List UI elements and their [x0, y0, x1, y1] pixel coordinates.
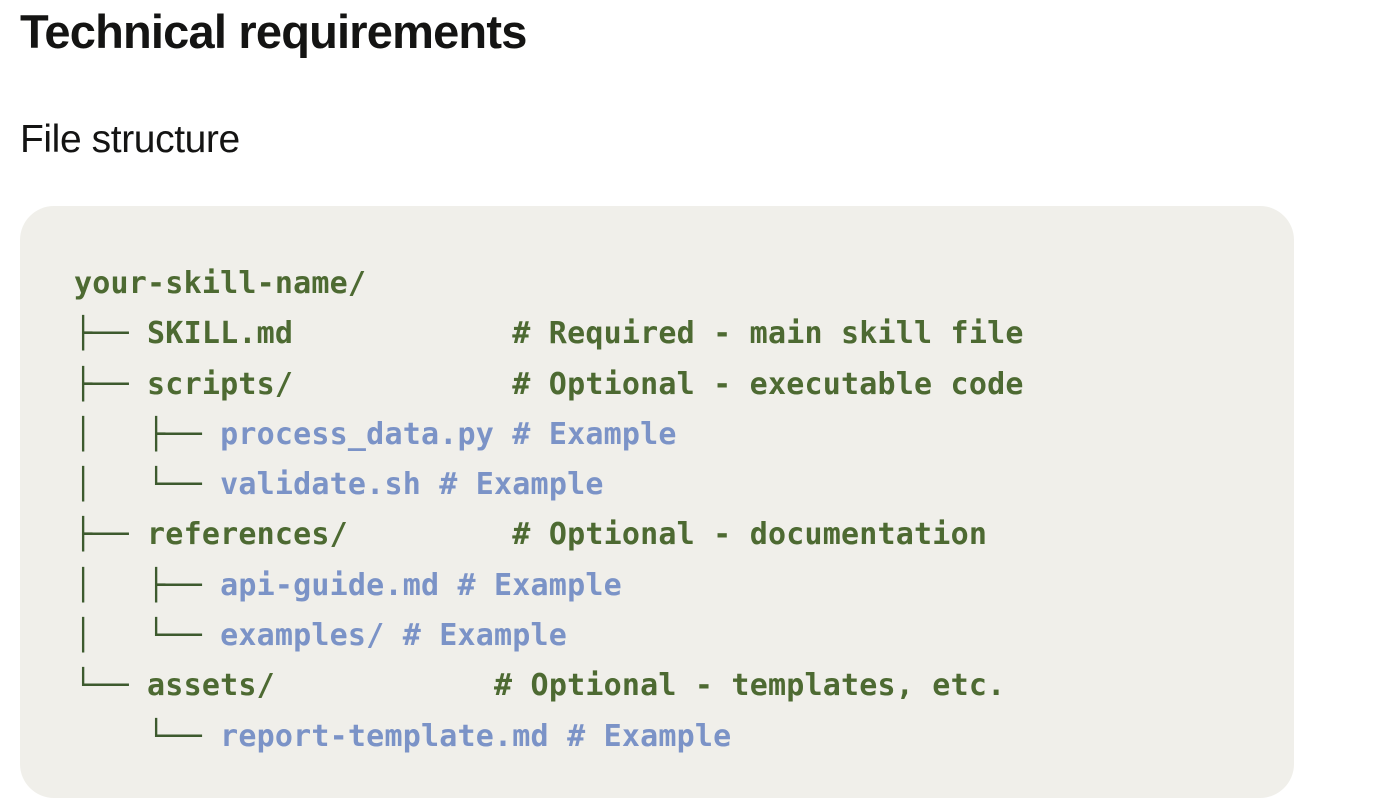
file-tree-name: report-template.md: [220, 718, 549, 754]
section-heading-file-structure: File structure: [20, 118, 240, 161]
spacing: [293, 367, 512, 402]
file-tree-name: api-guide.md: [220, 567, 440, 603]
file-tree-name: SKILL.md: [147, 316, 294, 352]
tree-branch: │ └──: [74, 467, 221, 503]
tree-branch: │ ├──: [74, 416, 221, 452]
file-tree-comment: # Optional - templates, etc.: [494, 668, 1006, 704]
code-line-validate: │ └── validate.sh # Example: [74, 460, 1024, 510]
file-tree-comment: # Example: [402, 618, 568, 654]
spacing: [348, 517, 512, 552]
file-tree-name: your-skill-name/: [74, 266, 367, 301]
code-line-report-template: └── report-template.md # Example: [74, 712, 1024, 762]
code-line-skill-md: ├── SKILL.md # Required - main skill fil…: [74, 309, 1024, 359]
file-tree-name: process_data.py: [220, 416, 495, 452]
tree-branch: ├──: [74, 366, 148, 402]
tree-branch: ├──: [74, 517, 148, 553]
spacing: [275, 668, 494, 703]
tree-branch: │ └──: [74, 618, 221, 654]
file-tree-name: validate.sh: [220, 467, 421, 503]
file-tree-comment: # Required - main skill file: [512, 316, 1024, 352]
file-tree-comment: # Optional - executable code: [512, 366, 1024, 402]
file-tree: your-skill-name/ ├── SKILL.md # Required…: [74, 259, 1024, 762]
file-tree-name: examples/: [220, 618, 385, 654]
spacing: [293, 316, 512, 351]
file-tree-name: assets/: [147, 668, 275, 704]
code-line-api-guide: │ ├── api-guide.md # Example: [74, 561, 1024, 611]
file-tree-comment: # Example: [439, 467, 604, 503]
code-line-scripts: ├── scripts/ # Optional - executable cod…: [74, 360, 1024, 410]
page-title: Technical requirements: [20, 5, 527, 58]
file-tree-comment: # Optional - documentation: [512, 517, 988, 553]
spacing: [421, 467, 439, 502]
file-tree-comment: # Example: [512, 416, 677, 452]
file-tree-name: references/: [147, 517, 348, 553]
tree-branch: ├──: [74, 316, 148, 352]
spacing: [494, 417, 512, 452]
code-line-references: ├── references/ # Optional - documentati…: [74, 510, 1024, 560]
spacing: [384, 618, 402, 653]
code-line-process-data: │ ├── process_data.py # Example: [74, 410, 1024, 460]
code-line-root: your-skill-name/: [74, 259, 1024, 309]
spacing: [439, 568, 457, 603]
spacing: [549, 719, 567, 754]
code-line-examples: │ └── examples/ # Example: [74, 611, 1024, 661]
file-tree-name: scripts/: [147, 366, 294, 402]
file-tree-comment: # Example: [457, 567, 622, 603]
file-tree-comment: # Example: [567, 718, 732, 754]
code-line-assets: └── assets/ # Optional - templates, etc.: [74, 661, 1024, 711]
code-block[interactable]: your-skill-name/ ├── SKILL.md # Required…: [20, 206, 1294, 798]
tree-branch: └──: [74, 668, 148, 704]
tree-branch: │ ├──: [74, 567, 221, 603]
tree-branch: └──: [74, 718, 221, 754]
